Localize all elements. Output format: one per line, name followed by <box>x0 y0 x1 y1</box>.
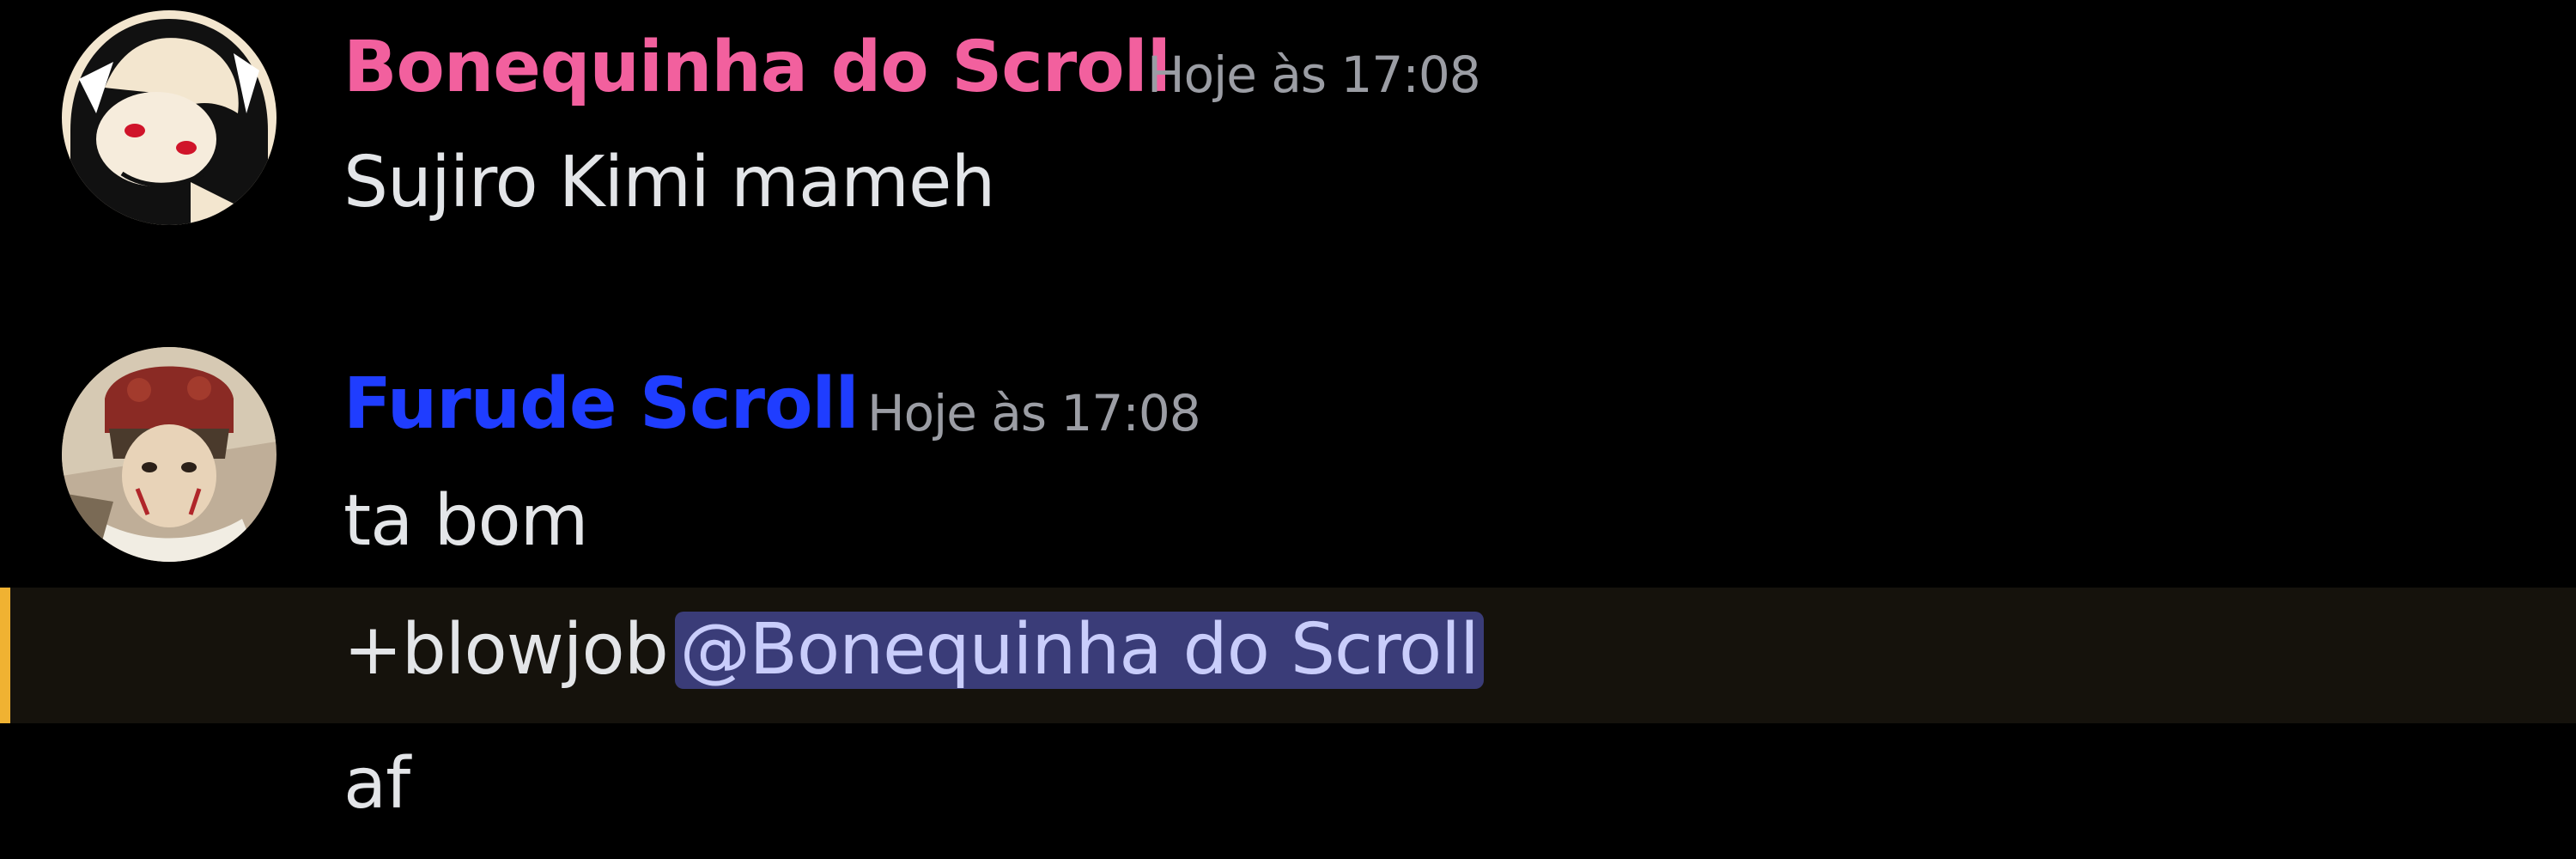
command-text: +blowjob <box>343 609 669 691</box>
message-timestamp: Hoje às 17:08 <box>1147 46 1481 104</box>
mention-highlight-bar <box>0 588 10 723</box>
chat-messages: Bonequinha do Scroll Hoje às 17:08 Sujir… <box>0 0 2576 859</box>
user-avatar[interactable] <box>62 347 276 562</box>
username[interactable]: Furude Scroll <box>343 369 860 440</box>
message-text: Sujiro Kimi mameh <box>343 142 995 223</box>
user-avatar[interactable] <box>62 10 276 225</box>
message-text: +blowjob @Bonequinha do Scroll <box>343 612 1484 689</box>
anime-avatar-icon <box>62 347 276 562</box>
message-text: ta bom <box>343 480 589 562</box>
message-text: af <box>343 743 410 825</box>
user-mention[interactable]: @Bonequinha do Scroll <box>674 612 1484 689</box>
message-timestamp: Hoje às 17:08 <box>867 384 1201 442</box>
username[interactable]: Bonequinha do Scroll <box>343 33 1171 103</box>
anime-avatar-icon <box>62 10 276 225</box>
